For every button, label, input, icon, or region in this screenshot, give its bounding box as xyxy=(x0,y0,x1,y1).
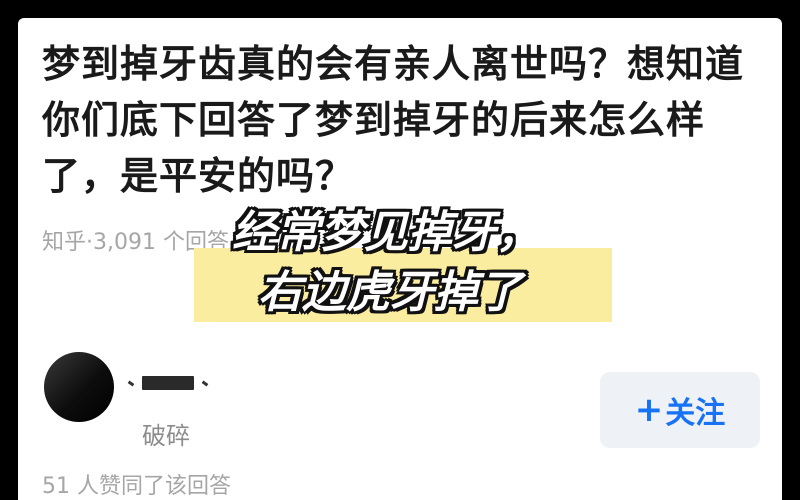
redaction-mark xyxy=(127,380,135,386)
redaction-mark xyxy=(201,380,209,386)
question-card: 梦到掉牙齿真的会有亲人离世吗？想知道你们底下回答了梦到掉牙的后来怎么样了，是平安… xyxy=(18,18,782,500)
author-avatar[interactable] xyxy=(44,352,114,422)
plus-icon: + xyxy=(634,390,664,430)
redaction-block xyxy=(142,376,194,390)
question-meta: 知乎·3,091 个回答 xyxy=(42,230,229,255)
follow-button[interactable]: + 关注 xyxy=(600,372,760,448)
answer-author-row: 破碎 + 关注 xyxy=(18,338,782,450)
follow-label: 关注 xyxy=(665,396,726,431)
vote-count-text: 51 人赞同了该回答 xyxy=(42,474,231,499)
question-title[interactable]: 梦到掉牙齿真的会有亲人离世吗？想知道你们底下回答了梦到掉牙的后来怎么样了，是平安… xyxy=(42,36,762,204)
author-bio: 破碎 xyxy=(142,422,190,450)
screen: 梦到掉牙齿真的会有亲人离世吗？想知道你们底下回答了梦到掉牙的后来怎么样了，是平安… xyxy=(0,0,800,500)
author-name-redacted[interactable] xyxy=(127,368,209,398)
